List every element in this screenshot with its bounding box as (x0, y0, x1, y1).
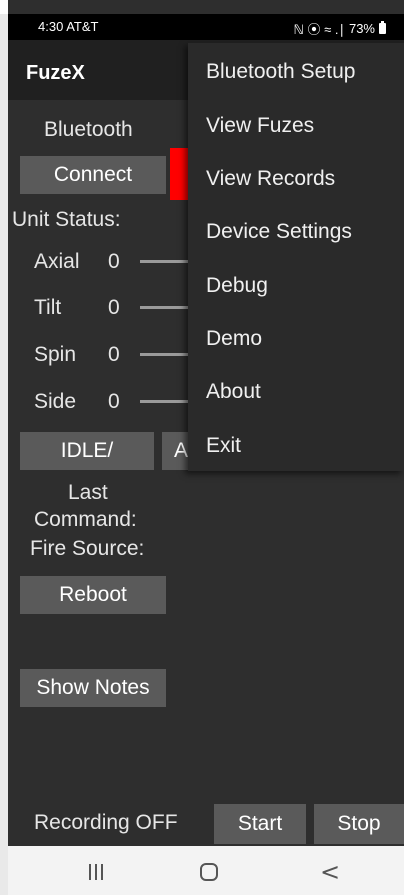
status-time: 4:30 AT&T (38, 19, 99, 34)
menu-item-debug[interactable]: Debug (206, 274, 268, 298)
last-command-label: Last (68, 481, 108, 504)
menu-item-view-records[interactable]: View Records (206, 167, 335, 191)
overflow-menu: Bluetooth Setup View Fuzes View Records … (188, 43, 404, 471)
show-notes-button[interactable]: Show Notes (20, 669, 166, 707)
sensor-tilt-label: Tilt (34, 296, 62, 319)
start-recording-button[interactable]: Start (214, 804, 306, 844)
reboot-button[interactable]: Reboot (20, 576, 166, 614)
idle-button[interactable]: IDLE/ (20, 432, 154, 470)
sensor-axial-label: Axial (34, 250, 80, 273)
sensor-side-bar (140, 400, 188, 403)
battery-icon (379, 21, 386, 34)
sensor-tilt-value: 0 (108, 296, 120, 319)
menu-item-view-fuzes[interactable]: View Fuzes (206, 114, 314, 138)
menu-item-bluetooth-setup[interactable]: Bluetooth Setup (206, 60, 355, 84)
battery-level: 73% (348, 21, 375, 36)
bluetooth-label: Bluetooth (44, 118, 133, 141)
arm-button[interactable]: A (162, 432, 188, 470)
recording-status-label: Recording OFF (34, 811, 178, 834)
menu-item-exit[interactable]: Exit (206, 434, 241, 458)
recents-icon[interactable] (86, 864, 106, 880)
sensor-spin-bar (140, 353, 188, 356)
sensor-axial-bar (140, 260, 188, 263)
last-command-label-2: Command: (34, 508, 137, 531)
sensor-side-value: 0 (108, 390, 120, 413)
connect-button[interactable]: Connect (20, 156, 166, 194)
menu-item-about[interactable]: About (206, 380, 261, 404)
back-icon[interactable]: < (320, 858, 340, 886)
connection-status-indicator (170, 148, 190, 200)
menu-item-demo[interactable]: Demo (206, 327, 262, 351)
sensor-spin-label: Spin (34, 343, 77, 366)
status-bar: 4:30 AT&T ℕ ⦿ ≈ .∣ 73% (8, 14, 404, 40)
home-icon[interactable] (200, 863, 218, 881)
app-title: FuzeX (26, 62, 85, 84)
sensor-axial-value: 0 (108, 250, 120, 273)
stop-recording-button[interactable]: Stop (314, 804, 404, 844)
sensor-side-label: Side (34, 390, 77, 413)
status-icons: ℕ ⦿ ≈ .∣ 73% (293, 19, 386, 38)
menu-item-device-settings[interactable]: Device Settings (206, 220, 352, 244)
unit-status-label: Unit Status: (12, 208, 121, 231)
status-icons-text: ℕ ⦿ ≈ .∣ (293, 22, 345, 37)
system-nav-bar: < (8, 846, 404, 895)
fire-source-label: Fire Source: (30, 537, 145, 560)
sensor-tilt-bar (140, 306, 188, 309)
sensor-spin-value: 0 (108, 343, 120, 366)
